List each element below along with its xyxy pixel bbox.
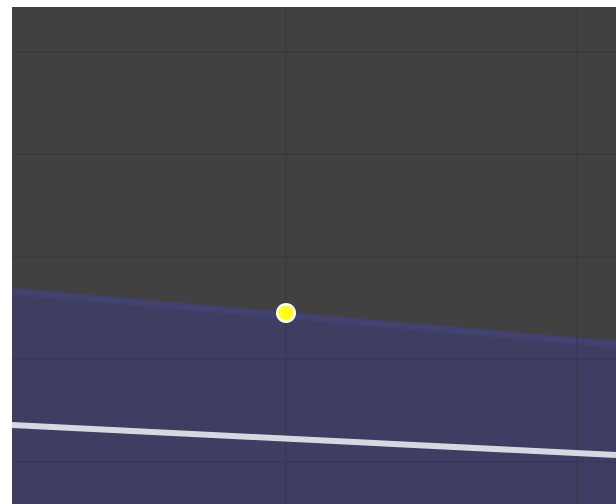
graph-canvas[interactable] (12, 7, 616, 504)
control-point-icon[interactable] (276, 303, 296, 323)
graph-editor-viewport[interactable] (12, 7, 616, 504)
